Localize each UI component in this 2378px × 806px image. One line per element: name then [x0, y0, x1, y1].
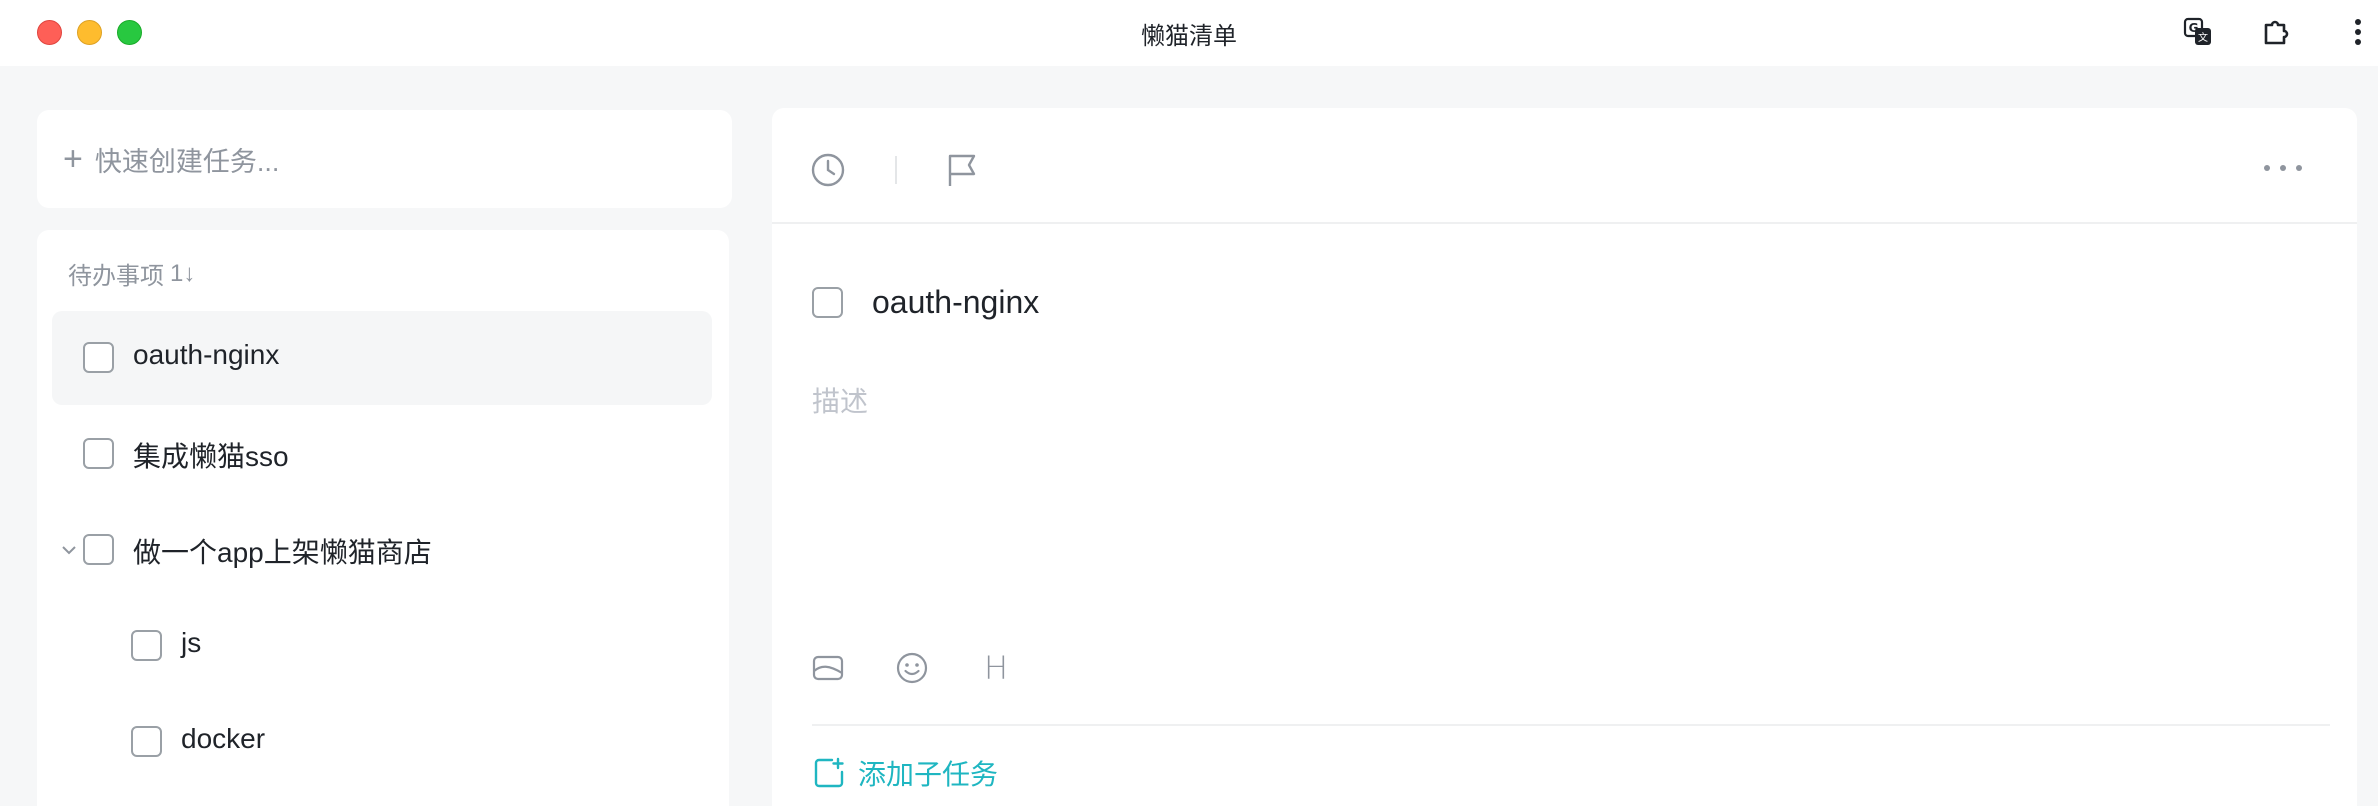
task-row[interactable]: 做一个app上架懒猫商店 — [52, 503, 712, 597]
add-subtask-button[interactable]: 添加子任务 — [812, 753, 998, 793]
todo-list-panel: 待办事项 1↓ oauth-nginx 集成懒猫sso 做一个app上架懒猫商店… — [37, 230, 729, 806]
close-window-button[interactable] — [37, 20, 62, 45]
emoji-icon[interactable] — [892, 648, 932, 688]
detail-task-title[interactable]: oauth-nginx — [872, 284, 1039, 321]
toolbar-divider — [895, 156, 897, 184]
svg-text:文: 文 — [2198, 31, 2208, 44]
title-bar: 懒猫清单 G 文 — [0, 0, 2378, 66]
task-detail-panel: oauth-nginx 描述 H 添加子任务 — [772, 108, 2357, 806]
task-row[interactable]: 集成懒猫sso — [52, 407, 712, 501]
translate-icon[interactable]: G 文 — [2180, 14, 2216, 50]
detail-toolbar — [772, 108, 2357, 224]
sort-indicator[interactable]: 1↓ — [170, 260, 195, 288]
detail-task-checkbox[interactable] — [812, 287, 843, 318]
task-checkbox[interactable] — [83, 438, 114, 469]
editor-toolbar: H — [808, 648, 1016, 688]
puzzle-extension-icon[interactable] — [2259, 14, 2295, 50]
task-label: 做一个app上架懒猫商店 — [133, 537, 432, 568]
minimize-window-button[interactable] — [77, 20, 102, 45]
section-title: 待办事项 — [68, 263, 164, 290]
heading-icon[interactable]: H — [976, 648, 1016, 688]
detail-title-row: oauth-nginx — [812, 284, 1039, 321]
todo-section-header[interactable]: 待办事项 1↓ — [68, 256, 195, 291]
task-checkbox[interactable] — [83, 342, 114, 373]
image-icon[interactable] — [808, 648, 848, 688]
zoom-window-button[interactable] — [117, 20, 142, 45]
subtask-row[interactable]: docker — [52, 695, 712, 789]
quick-create-placeholder: 快速创建任务... — [94, 146, 280, 177]
clock-icon[interactable] — [808, 150, 848, 190]
description-input[interactable]: 描述 — [812, 380, 868, 420]
subtask-checkbox[interactable] — [131, 726, 162, 757]
plus-icon: + — [63, 140, 83, 178]
add-subtask-icon — [814, 757, 844, 788]
task-label: oauth-nginx — [133, 339, 280, 370]
subtask-label: docker — [181, 723, 266, 754]
add-subtask-label: 添加子任务 — [858, 759, 999, 790]
subtask-label: js — [181, 627, 202, 658]
chevron-down-icon[interactable] — [58, 539, 80, 561]
subtask-row[interactable]: js — [52, 599, 712, 693]
flag-icon[interactable] — [942, 150, 982, 190]
vertical-dots-icon[interactable] — [2340, 14, 2376, 50]
editor-divider — [812, 724, 2330, 726]
window-title: 懒猫清单 — [1141, 23, 1237, 50]
task-checkbox[interactable] — [83, 534, 114, 565]
quick-create-input[interactable]: + 快速创建任务... — [37, 110, 732, 208]
horizontal-dots-icon[interactable] — [2258, 156, 2308, 180]
task-label: 集成懒猫sso — [133, 441, 289, 472]
task-row[interactable]: oauth-nginx — [52, 311, 712, 405]
subtask-checkbox[interactable] — [131, 630, 162, 661]
